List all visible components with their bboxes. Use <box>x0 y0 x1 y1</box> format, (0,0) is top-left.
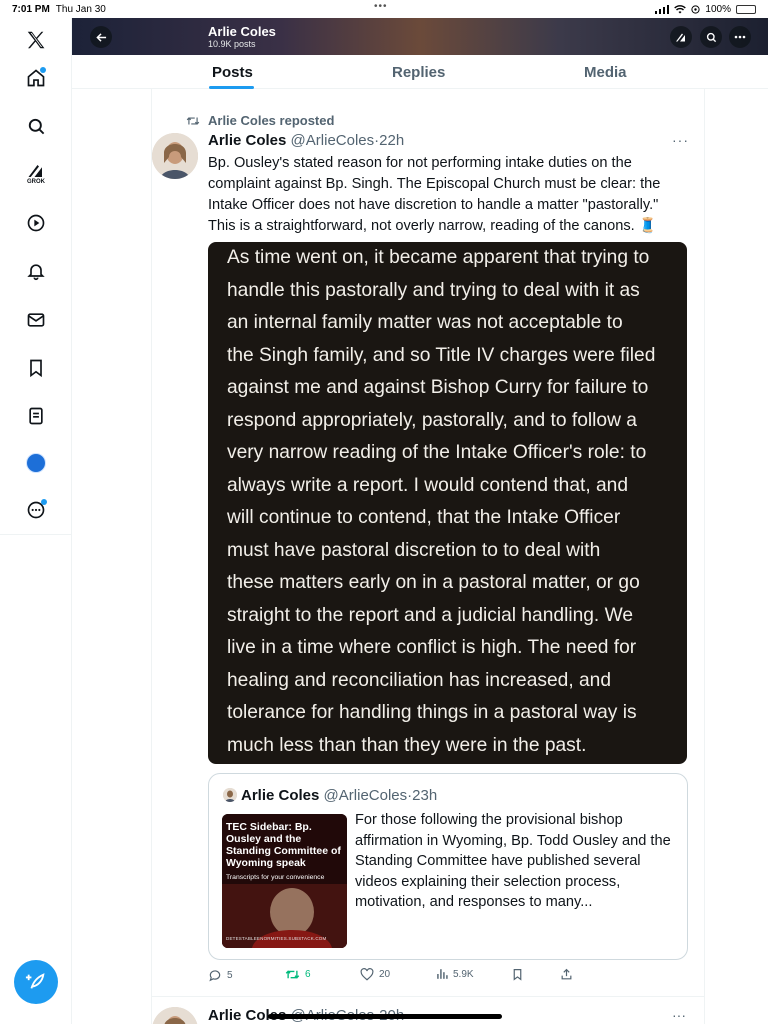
grok-icon[interactable]: GROK <box>22 160 50 188</box>
tweet-more-icon[interactable]: ··· <box>672 132 689 148</box>
lists-icon[interactable] <box>22 402 50 430</box>
image-text-line: respond appropriately, pastorally, and t… <box>227 409 637 431</box>
video-icon[interactable] <box>22 209 50 237</box>
profile-tabs: Posts Replies Media <box>72 55 768 89</box>
more-icon[interactable] <box>22 496 50 524</box>
image-text-line: As time went on, it became apparent that… <box>227 247 650 268</box>
posts-count: 10.9K posts <box>208 39 256 49</box>
image-text-line: live in a time where conflict is high. T… <box>227 637 637 658</box>
home-indicator[interactable] <box>268 1014 502 1019</box>
quoted-tweet-text: For those following the provisional bish… <box>355 812 671 910</box>
views-icon <box>437 969 448 979</box>
repost-action-icon <box>285 970 300 979</box>
quoted-author-name: Arlie Coles <box>241 787 320 804</box>
tweet-age[interactable]: 22h <box>379 132 404 149</box>
home-icon[interactable] <box>22 64 50 92</box>
search-profile-button[interactable] <box>700 26 722 48</box>
signal-icon <box>655 4 670 14</box>
repost-count: 6 <box>305 969 311 980</box>
thumbnail-title: TEC Sidebar: Bp. Ousley and the Standing… <box>226 821 341 869</box>
share-button[interactable] <box>560 968 573 981</box>
bookmarks-icon[interactable] <box>22 354 50 382</box>
heart-icon <box>360 968 374 981</box>
like-count: 20 <box>379 969 391 980</box>
image-text-line: handle this pastorally and trying to dea… <box>227 279 640 301</box>
image-text-line: tolerance for handling things in a pasto… <box>227 702 637 723</box>
tab-posts[interactable]: Posts <box>212 64 253 81</box>
image-text-line: will continue to contend, that the Intak… <box>227 507 621 528</box>
location-icon <box>691 4 701 14</box>
tab-media[interactable]: Media <box>584 64 627 81</box>
reply-button[interactable]: 5 <box>208 968 233 982</box>
grok-button[interactable] <box>670 26 692 48</box>
quoted-author-handle: @ArlieColes <box>323 787 408 804</box>
notifications-icon[interactable] <box>22 257 50 285</box>
reply-icon <box>209 970 221 982</box>
repost-indicator: Arlie Coles reposted <box>186 113 334 128</box>
tweet-image[interactable]: As time went on, it became apparent that… <box>208 242 687 764</box>
views-count: 5.9K <box>453 968 474 980</box>
quoted-tweet-age: 23h <box>412 787 438 804</box>
back-button[interactable] <box>90 26 112 48</box>
battery-percent: 100% <box>705 3 731 15</box>
back-arrow-icon <box>95 32 106 42</box>
battery-icon <box>736 4 756 14</box>
wifi-icon <box>674 4 687 13</box>
repost-label: Arlie Coles reposted <box>208 113 335 128</box>
share-icon <box>561 968 572 980</box>
bookmark-icon <box>513 969 522 981</box>
nav-divider <box>0 534 72 535</box>
tweet-text: Bp. Ousley's stated reason for not perfo… <box>208 155 661 234</box>
multitasking-dots-icon[interactable]: ••• <box>374 1 388 12</box>
views-button[interactable]: 5.9K <box>436 968 474 980</box>
search-icon <box>706 32 716 42</box>
image-text-line: straight to the report and a judicial ha… <box>227 604 634 626</box>
quoted-author-avatar <box>223 788 237 802</box>
image-text-line: always write a report. I would contend t… <box>227 474 629 496</box>
image-text-line: must have pastoral discretion to to deal… <box>227 539 601 561</box>
author-name[interactable]: Arlie Coles <box>208 132 286 149</box>
status-bar: 7:01 PM Thu Jan 30 ••• 100% <box>0 0 768 18</box>
thumbnail-footer: DETESTABLEENORMITIES.SUBSTACK.COM <box>226 936 327 941</box>
profile-header: Arlie Coles 10.9K posts <box>72 18 768 55</box>
author-avatar[interactable] <box>152 133 198 179</box>
reply-count: 5 <box>227 969 233 981</box>
tab-replies[interactable]: Replies <box>392 64 445 81</box>
image-text-line: an internal family matter was not accept… <box>227 312 623 333</box>
x-logo-icon[interactable] <box>22 26 50 54</box>
grok-icon <box>676 33 685 41</box>
ellipsis-icon <box>734 35 746 39</box>
status-time: 7:01 PM <box>12 3 50 15</box>
image-text-lines: As time went on, it became apparent that… <box>227 242 668 762</box>
profile-name: Arlie Coles <box>208 24 276 39</box>
quoted-author-line: Arlie Coles @ArlieColes·23h <box>241 787 437 804</box>
status-date: Thu Jan 30 <box>55 3 106 15</box>
community-avatar[interactable] <box>22 449 50 477</box>
author-handle[interactable]: @ArlieColes <box>291 132 375 149</box>
image-text-line: very narrow reading of the Intake Office… <box>227 442 647 463</box>
messages-icon[interactable] <box>22 306 50 334</box>
image-text-line: these matters early on in a pastoral mat… <box>227 572 640 593</box>
left-nav: GROK <box>0 18 72 1024</box>
image-text-line: against me and against Bishop Curry for … <box>227 377 649 398</box>
repost-icon <box>186 116 200 125</box>
search-icon[interactable] <box>22 112 50 140</box>
more-options-button[interactable] <box>729 26 751 48</box>
image-text-line: the Singh family, and so Title IV charge… <box>227 344 656 366</box>
tweet-actions: 5 6 20 5.9K <box>0 968 768 986</box>
quoted-tweet-card[interactable]: Arlie Coles @ArlieColes·23h TEC Sidebar:… <box>208 773 688 960</box>
like-button[interactable]: 20 <box>360 968 390 981</box>
repost-button[interactable]: 6 <box>285 968 311 981</box>
tweet-divider <box>151 996 705 997</box>
grok-label: GROK <box>27 179 45 185</box>
next-tweet-more-icon[interactable]: ··· <box>672 1007 686 1023</box>
thumbnail-subtitle: Transcripts for your convenience <box>226 874 325 881</box>
bookmark-button[interactable] <box>512 968 523 981</box>
image-text-line: healing and reconciliation has increased… <box>227 669 612 691</box>
image-text-line: much less than than they were in the pas… <box>227 734 587 756</box>
quoted-thumbnail: TEC Sidebar: Bp. Ousley and the Standing… <box>222 814 347 948</box>
tweet-author-line: Arlie Coles @ArlieColes·22h <box>208 132 404 149</box>
